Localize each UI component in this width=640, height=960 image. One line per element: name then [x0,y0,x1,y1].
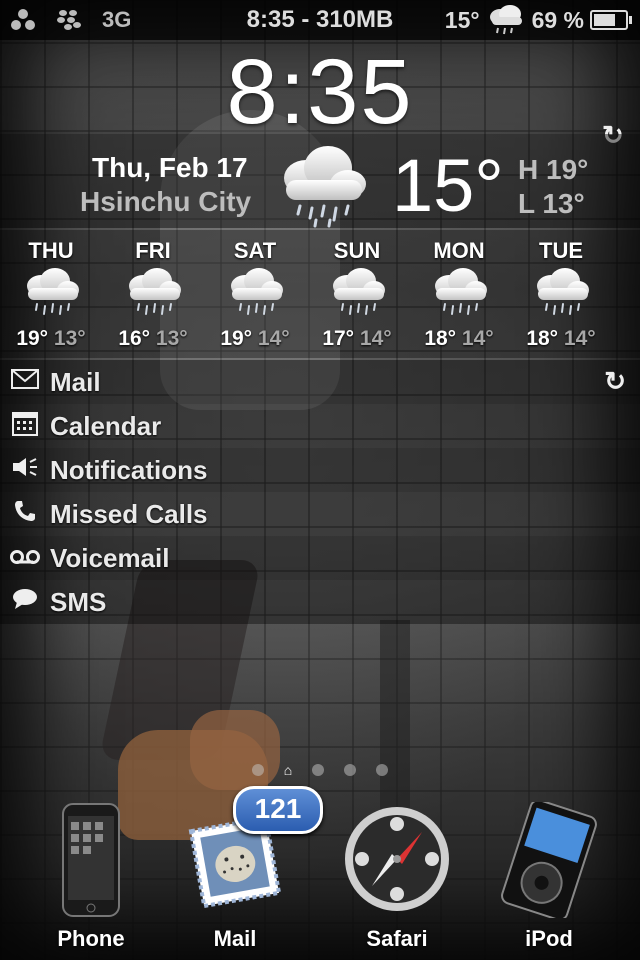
rain-cloud-icon [0,264,102,325]
dock-app-phone[interactable]: Phone [16,790,166,951]
high-temperature: H 19° [518,154,589,185]
forecast-high: 18° [424,327,457,350]
speaker-icon [10,456,40,484]
forecast-day-name: THU [28,238,74,263]
weather-city: Hsinchu City [80,186,252,217]
notification-row-mail[interactable]: Mail ↻ [0,360,640,404]
rain-cloud-icon [408,264,510,325]
forecast-temps: 19° 13° [0,327,102,351]
dock-app-ipod[interactable]: iPod [474,790,624,951]
status-weather-temp: 15° [444,6,480,33]
current-temperature: 15° [392,144,504,227]
forecast-high: 18° [526,327,559,350]
notification-row-calendar[interactable]: Calendar [0,404,640,448]
mail-refresh-icon[interactable]: ↻ [604,366,626,397]
forecast-low: 14° [563,327,596,350]
forecast-temps: 18° 14° [510,327,612,351]
rain-cloud-icon [102,264,204,325]
mail-unread-badge: 121 [233,786,323,834]
status-bar: 3G 8:35 - 310MB 15° 69 % [0,0,640,40]
low-temperature: L 13° [518,188,585,219]
safari-compass-icon [345,807,449,911]
dock-app-safari[interactable]: Safari [322,790,472,951]
notification-list: Mail ↻ Calendar Notifications Missed Cal… [0,360,640,624]
forecast-high: 17° [322,327,355,350]
notification-label: SMS [50,586,107,617]
battery-icon [590,10,632,30]
envelope-icon [10,369,40,395]
battery-percent: 69 % [531,6,584,33]
notification-label: Calendar [50,410,162,441]
forecast-low: 13° [53,327,86,350]
page-dot[interactable] [344,764,357,776]
forecast-temps: 19° 14° [204,327,306,351]
page-indicator[interactable]: ⌂ [0,762,640,778]
rain-cloud-icon [204,264,306,325]
forecast-low: 14° [257,327,290,350]
blackberry-icon [57,10,81,30]
notification-label: Missed Calls [50,498,208,529]
forecast-day-fri: FRI 16° 13° [102,230,204,358]
forecast-day-sun: SUN 17° 14° [306,230,408,358]
forecast-day-sat: SAT 19° 14° [204,230,306,358]
forecast-low: 14° [359,327,392,350]
rain-cloud-icon [510,264,612,325]
forecast-low: 13° [155,327,188,350]
forecast-day-thu: THU 19° 13° [0,230,102,358]
notification-row-sms[interactable]: SMS [0,580,640,624]
forecast-high: 16° [118,327,151,350]
forecast-high: 19° [16,327,49,350]
dock: Phone Mail 121 Safari iPod [0,786,640,960]
weather-date: Thu, Feb 17 [92,152,248,183]
page-dot[interactable] [312,764,325,776]
notification-label: Notifications [50,454,208,485]
notification-row-missed-calls[interactable]: Missed Calls [0,492,640,536]
phone-icon [10,499,40,529]
lockscreen-clock: 8:35 [226,41,414,143]
forecast-low: 14° [461,327,494,350]
network-type: 3G [102,7,132,32]
page-dot[interactable] [376,764,389,776]
signal-dots-icon [11,9,35,30]
notification-row-voicemail[interactable]: Voicemail [0,536,640,580]
dock-app-label: Mail [213,926,257,951]
notification-label: Voicemail [50,542,170,573]
dock-app-label: Safari [366,926,428,951]
forecast-strip: THU 19° 13° FRI 16° 13° SAT 19° 14° SUN 17° 14°… [0,230,640,358]
forecast-day-name: TUE [539,238,583,263]
forecast-temps: 18° 14° [408,327,510,351]
rain-cloud-icon [306,264,408,325]
notification-label: Mail [50,366,101,397]
dock-app-label: Phone [57,926,125,951]
rain-cloud-icon [284,146,366,228]
ipod-icon [501,799,597,921]
status-rain-icon [489,5,522,35]
forecast-temps: 17° 14° [306,327,408,351]
notification-row-notifications[interactable]: Notifications [0,448,640,492]
page-dot[interactable] [251,764,264,776]
forecast-day-name: SUN [333,238,381,263]
forecast-day-name: SAT [233,238,277,263]
forecast-day-name: FRI [135,238,171,263]
calendar-icon [10,410,40,442]
forecast-high: 19° [220,327,253,350]
phone-app-icon [62,803,120,917]
dock-app-label: iPod [525,926,573,951]
voicemail-icon [10,545,40,571]
forecast-day-name: MON [433,238,485,263]
forecast-temps: 16° 13° [102,327,204,351]
home-page-icon[interactable]: ⌂ [284,762,292,778]
forecast-day-mon: MON 18° 14° [408,230,510,358]
forecast-day-tue: TUE 18° 14° [510,230,612,358]
chat-bubble-icon [10,588,40,616]
